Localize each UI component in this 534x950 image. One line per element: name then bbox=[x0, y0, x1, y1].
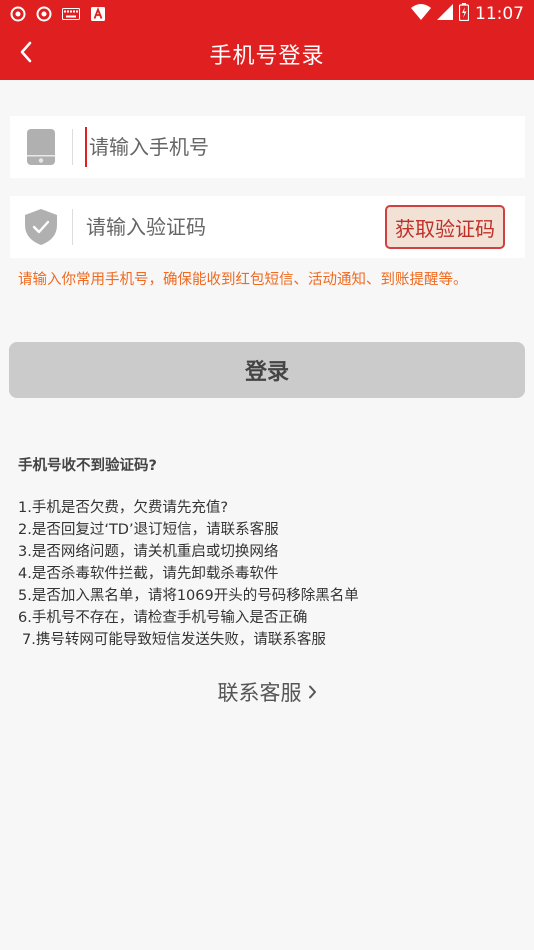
app-bar: 手机号登录 bbox=[0, 28, 534, 80]
status-bar: 11:07 bbox=[0, 0, 534, 28]
get-code-button[interactable]: 获取验证码 bbox=[385, 205, 505, 249]
wifi-icon bbox=[411, 3, 431, 25]
back-button[interactable] bbox=[6, 34, 46, 74]
app-notification-icon bbox=[10, 6, 26, 22]
contact-support-link[interactable]: 联系客服 bbox=[0, 676, 534, 708]
keyboard-icon bbox=[62, 6, 80, 22]
field-divider bbox=[72, 209, 73, 245]
phone-hint: 请输入你常用手机号，确保能收到红包短信、活动通知、到账提醒等。 bbox=[18, 272, 468, 288]
help-list: 1.手机是否欠费，欠费请先充值? 2.是否回复过‘TD’退订短信，请联系客服 3… bbox=[18, 497, 359, 651]
help-item: 3.是否网络问题，请关机重启或切换网络 bbox=[18, 544, 279, 560]
phone-icon bbox=[10, 116, 72, 178]
help-item: 2.是否回复过‘TD’退订短信，请联系客服 bbox=[18, 522, 279, 538]
page-title: 手机号登录 bbox=[209, 44, 325, 69]
help-item: 1.手机是否欠费，欠费请先充值? bbox=[18, 500, 229, 516]
chevron-right-icon bbox=[308, 680, 317, 704]
status-left-icons bbox=[10, 6, 106, 22]
field-divider bbox=[72, 129, 73, 165]
battery-icon bbox=[458, 2, 470, 26]
status-right-icons: 11:07 bbox=[411, 2, 524, 26]
status-time: 11:07 bbox=[475, 4, 524, 24]
help-item: 6.手机号不存在，请检查手机号输入是否正确 bbox=[18, 610, 308, 626]
phone-input[interactable] bbox=[85, 127, 525, 167]
contact-support-label: 联系客服 bbox=[217, 681, 302, 705]
help-title: 手机号收不到验证码? bbox=[18, 458, 157, 474]
signal-icon bbox=[437, 3, 453, 25]
phone-field-row bbox=[10, 116, 525, 178]
app-notification-icon bbox=[36, 6, 52, 22]
help-item: 5.是否加入黑名单，请将1069开头的号码移除黑名单 bbox=[18, 588, 359, 604]
text-icon bbox=[90, 6, 106, 22]
shield-check-icon bbox=[10, 196, 72, 258]
chevron-left-icon bbox=[19, 41, 33, 67]
help-item: 4.是否杀毒软件拦截，请先卸载杀毒软件 bbox=[18, 566, 279, 582]
code-field-row: 获取验证码 bbox=[10, 196, 525, 258]
login-button[interactable]: 登录 bbox=[9, 342, 525, 398]
help-item: 7.携号转网可能导致短信发送失败，请联系客服 bbox=[22, 632, 326, 648]
